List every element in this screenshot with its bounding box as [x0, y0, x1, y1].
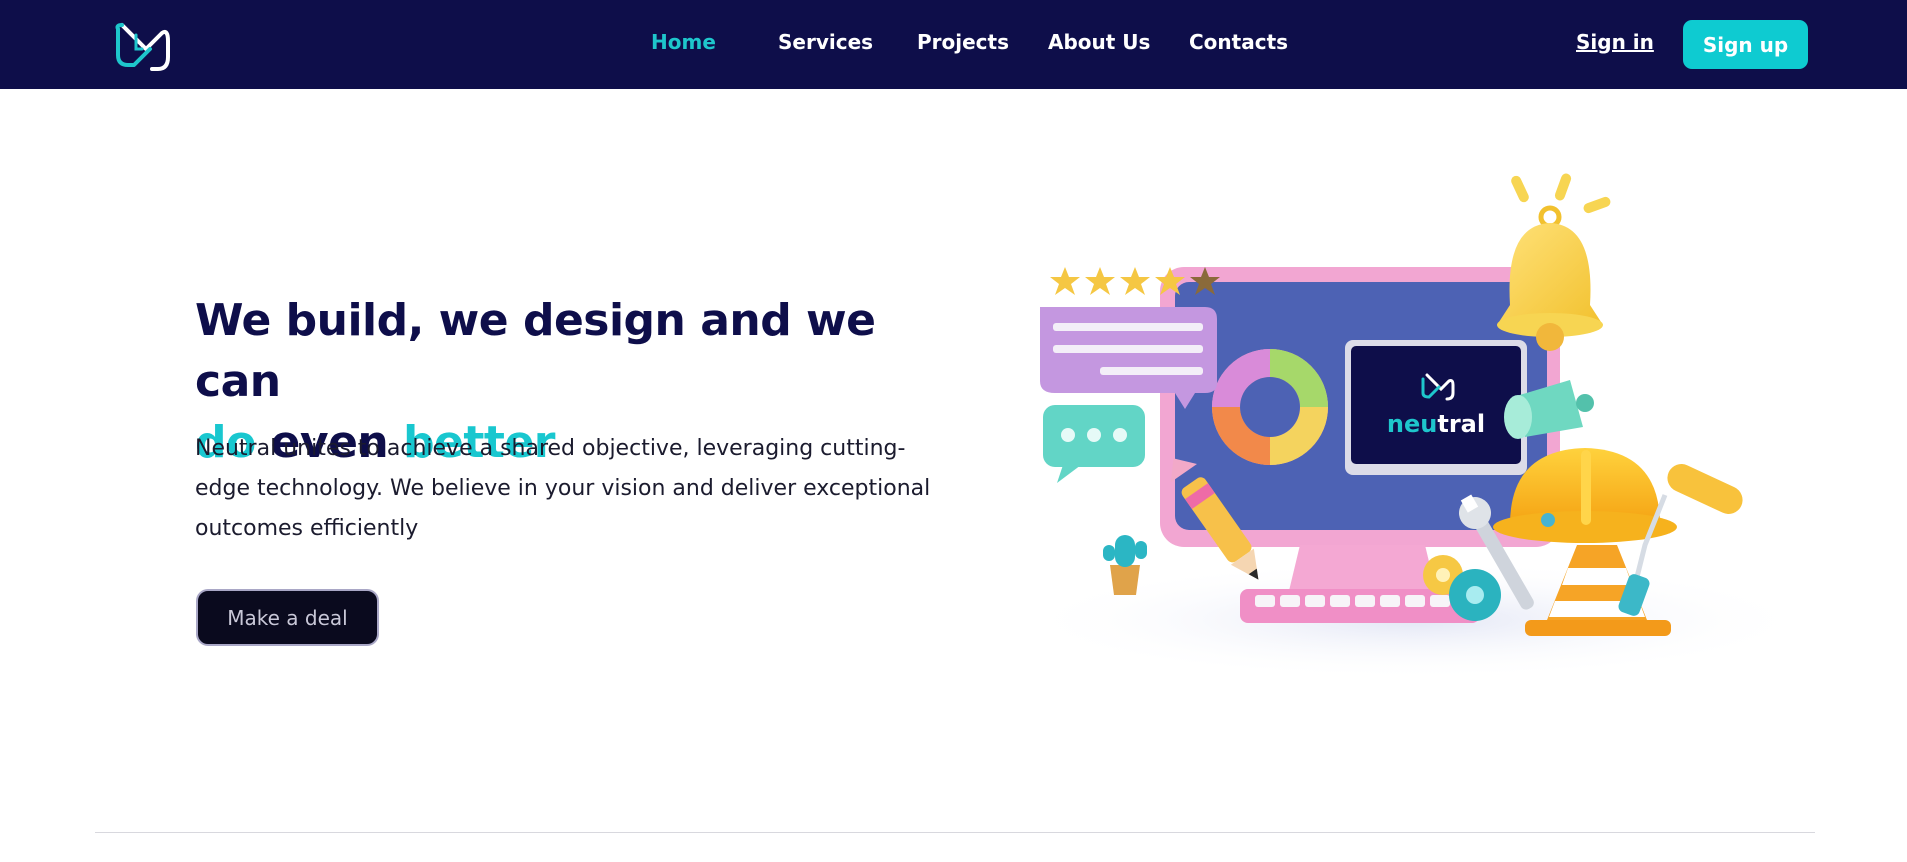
nav-home-link[interactable]: Home: [651, 30, 716, 54]
nav-about-us-link[interactable]: About Us: [1048, 30, 1150, 54]
screen-logo-neu: neu: [1387, 410, 1437, 438]
screen-logo-tral: tral: [1437, 410, 1485, 438]
nav-projects-link[interactable]: Projects: [917, 30, 1009, 54]
sign-up-button[interactable]: Sign up: [1683, 20, 1808, 69]
hero-description: Neutral unites to achieve a shared objec…: [195, 436, 931, 541]
nav-contacts-link[interactable]: Contacts: [1189, 30, 1288, 54]
svg-text:neutral: neutral: [1387, 410, 1485, 438]
make-a-deal-button[interactable]: Make a deal: [196, 589, 379, 646]
nav-services-link[interactable]: Services: [778, 30, 873, 54]
notification-bell-icon: [1497, 173, 1611, 351]
neutral-logo-screen: neutral: [1345, 340, 1527, 475]
donut-chart-icon: [1212, 349, 1328, 465]
hero-illustration: neutral: [985, 165, 1815, 680]
section-divider: [95, 832, 1815, 833]
chat-bubble-icon: [1040, 307, 1217, 409]
typing-bubble-icon: [1043, 405, 1145, 483]
sign-in-link[interactable]: Sign in: [1576, 30, 1654, 54]
top-navbar: Home Services Projects About Us Contacts…: [0, 0, 1907, 89]
brand-logo-icon[interactable]: [112, 19, 172, 75]
hero-title-line1: We build, we design and we can: [195, 295, 876, 407]
